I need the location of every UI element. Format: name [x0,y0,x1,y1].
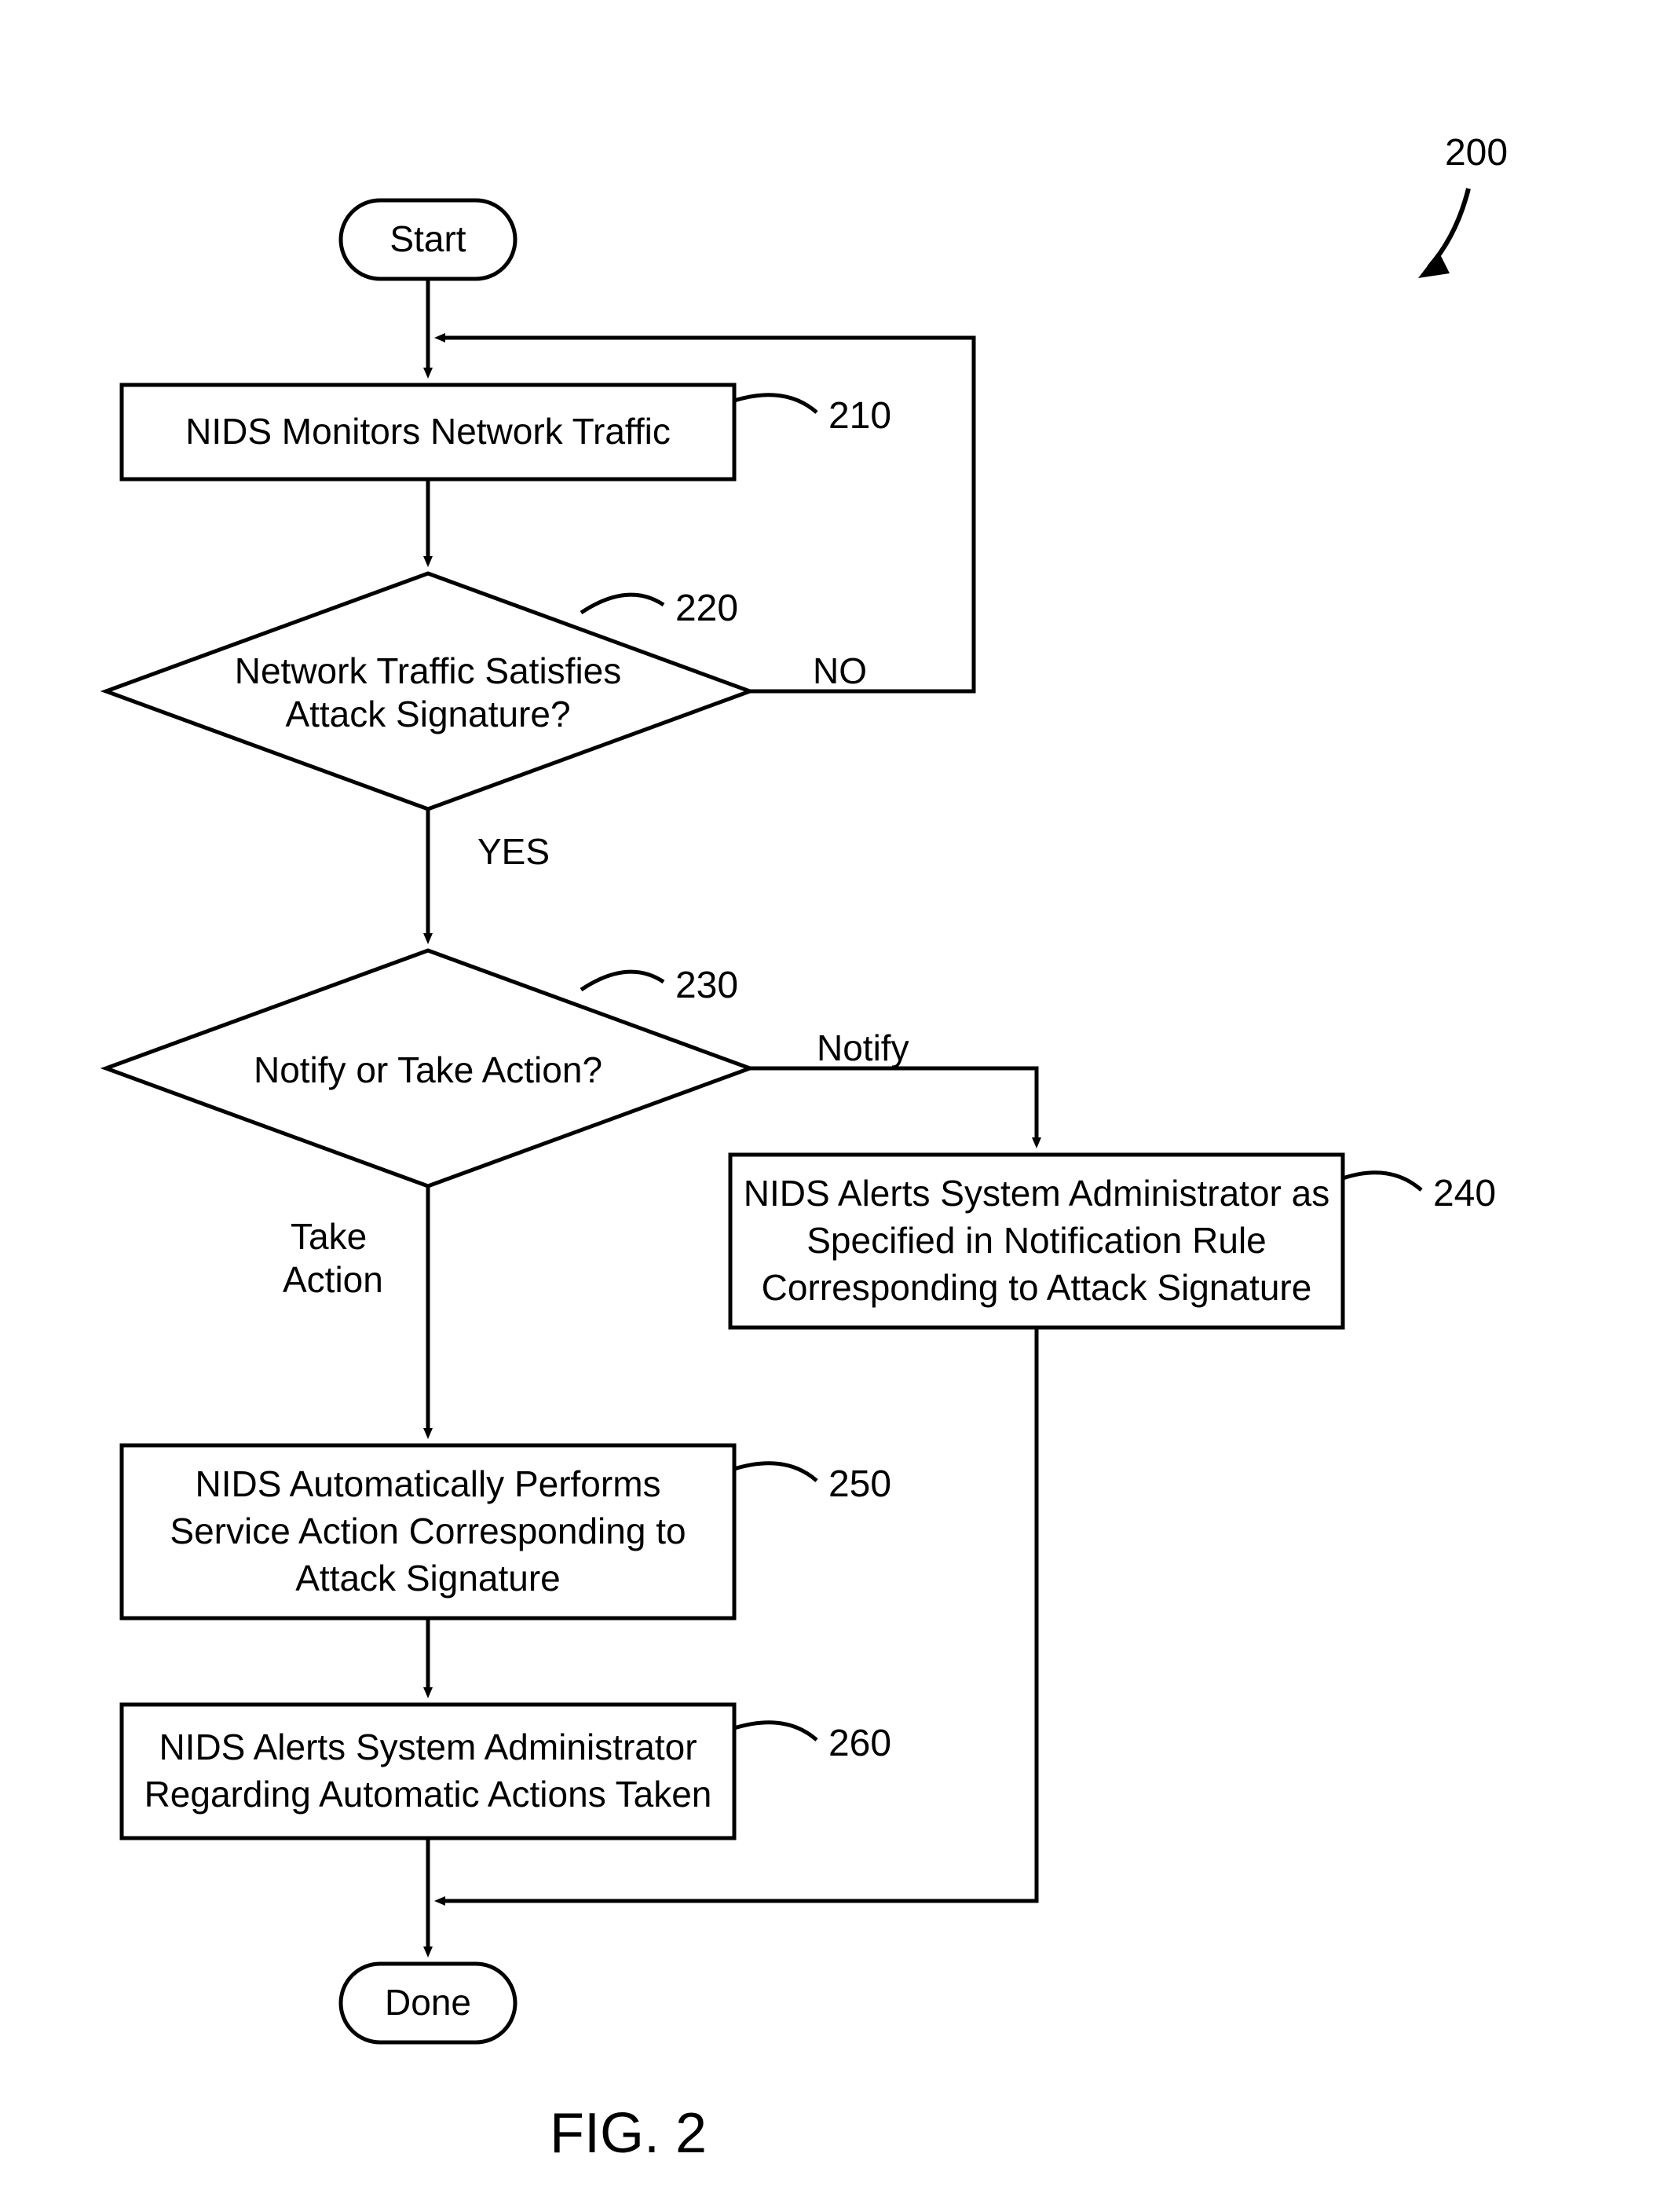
ref-260-leader [734,1723,817,1740]
ref-230-leader [581,972,664,990]
ref-230: 230 [675,965,738,1006]
ref-220: 220 [675,588,738,629]
process-260-line2: Regarding Automatic Actions Taken [144,1774,712,1815]
process-250-line1: NIDS Automatically Performs [195,1463,660,1504]
figure-ref-200: 200 [1445,132,1508,174]
terminal-done-label: Done [385,1982,471,2023]
process-240-line1: NIDS Alerts System Administrator as [744,1173,1329,1214]
process-210-text: NIDS Monitors Network Traffic [185,411,671,452]
decision-230-text: Notify or Take Action? [254,1049,602,1090]
ref-220-leader [581,595,664,613]
process-240-line2: Specified in Notification Rule [806,1220,1267,1261]
process-240-line3: Corresponding to Attack Signature [762,1267,1312,1308]
ref-210: 210 [828,395,891,437]
figure-ref-200-pointer [1429,189,1468,267]
process-260 [122,1705,734,1838]
figure-ref-200-pointer-head [1418,251,1450,278]
ref-260: 260 [828,1723,891,1764]
branch-notify-label: Notify [817,1027,909,1068]
ref-240-leader [1343,1173,1421,1190]
terminal-start-label: Start [389,218,466,259]
decision-220-line1: Network Traffic Satisfies [235,650,622,691]
branch-take-action-l2: Action [283,1259,383,1300]
branch-no-label: NO [813,650,867,691]
flowchart-figure: 200 Start NIDS Monitors Network Traffic … [0,0,1664,2212]
process-250-line2: Service Action Corresponding to [170,1511,686,1551]
process-260-line1: NIDS Alerts System Administrator [159,1727,697,1767]
process-250-line3: Attack Signature [295,1558,561,1599]
ref-210-leader [734,395,817,412]
figure-caption: FIG. 2 [550,2102,707,2165]
ref-250: 250 [828,1463,891,1505]
decision-220 [106,573,750,809]
ref-250-leader [734,1463,817,1481]
edge-230-notify-to-240 [750,1068,1037,1139]
ref-240: 240 [1433,1173,1496,1214]
decision-220-line2: Attack Signature? [285,694,570,734]
branch-yes-label: YES [477,831,550,872]
branch-take-action-l1: Take [291,1216,367,1257]
